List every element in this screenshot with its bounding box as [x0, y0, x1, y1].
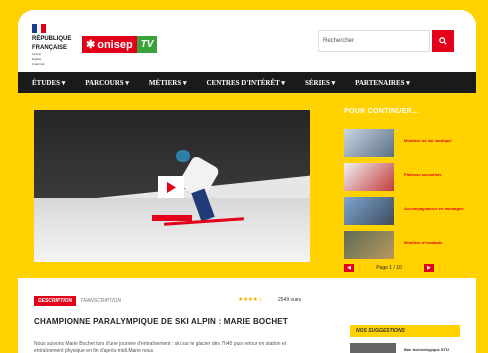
related-label: Moniteur d'escalade — [404, 240, 443, 245]
tab-description[interactable]: DESCRIPTION — [34, 296, 77, 306]
rating-stars[interactable]: ★★★★☆ — [238, 296, 263, 303]
asterisk-icon: ✱ — [86, 39, 96, 51]
search-input[interactable]: Rechercher — [318, 30, 430, 52]
tab-transcription[interactable]: TRANSCRIPTION — [76, 296, 125, 306]
related-item[interactable]: Accompagnatrice en montagne — [344, 197, 474, 225]
tv-badge: TV — [136, 36, 158, 53]
main-content: POUR CONTINUER... Moniteur de ski nordiq… — [18, 93, 476, 353]
suggestion-thumbnail — [350, 343, 396, 353]
related-item[interactable]: Pisteuse secouriste — [344, 163, 474, 191]
motto-fraternite: Fraternité — [32, 62, 45, 66]
related-label: Accompagnatrice en montagne — [404, 206, 464, 211]
nav-etudes[interactable]: ÉTUDES ▾ — [32, 79, 65, 87]
french-flag-icon — [32, 24, 47, 33]
nav-series[interactable]: SÉRIES ▾ — [305, 79, 335, 87]
skier-figure — [163, 150, 245, 230]
play-button[interactable] — [158, 176, 184, 198]
motto-liberte: Liberté — [32, 52, 42, 56]
related-thumbnail — [344, 129, 394, 157]
related-thumbnail — [344, 231, 394, 259]
sidebar-title: POUR CONTINUER... — [344, 108, 419, 115]
republique-line-1: RÉPUBLIQUE — [32, 36, 72, 42]
video-tabs: DESCRIPTION TRANSCRIPTION — [34, 296, 125, 306]
motto-egalite: Égalité — [32, 57, 42, 61]
nav-metiers[interactable]: MÉTIERS ▾ — [149, 79, 187, 87]
video-title: CHAMPIONNE PARALYMPIQUE DE SKI ALPIN : M… — [34, 317, 288, 326]
next-page-button[interactable]: ▶ — [423, 264, 434, 272]
suggestion-item[interactable]: Bac technologique STI2 — [350, 343, 470, 353]
nav-centres-interet[interactable]: CENTRES D'INTÉRÊT ▾ — [206, 79, 284, 87]
page-indicator: Page 1 / 10 — [376, 265, 402, 271]
snow-ground — [34, 198, 310, 262]
site-header: RÉPUBLIQUE FRANÇAISE Liberté Égalité Fra… — [18, 10, 476, 70]
search-button[interactable] — [432, 30, 454, 52]
play-icon — [167, 181, 176, 193]
onisep-logo: ✱ onisep — [82, 36, 137, 53]
chevron-left-icon: ◀ — [347, 265, 351, 271]
chevron-right-icon: ▶ — [427, 265, 431, 271]
suggestion-label: Bac technologique STI2 — [404, 346, 450, 352]
prev-page-button[interactable]: ◀ — [344, 264, 354, 272]
related-item[interactable]: Moniteur de ski nordique — [344, 129, 474, 157]
related-label: Pisteuse secouriste — [404, 172, 442, 177]
republique-francaise-logo: RÉPUBLIQUE FRANÇAISE Liberté Égalité Fra… — [32, 24, 76, 66]
nav-parcours[interactable]: PARCOURS ▾ — [85, 79, 129, 87]
video-area — [18, 93, 328, 278]
related-thumbnail — [344, 197, 394, 225]
search-icon — [439, 37, 447, 45]
related-item[interactable]: Moniteur d'escalade — [344, 231, 474, 259]
nav-partenaires[interactable]: PARTENAIRES ▾ — [355, 79, 410, 87]
page-frame: RÉPUBLIQUE FRANÇAISE Liberté Égalité Fra… — [18, 10, 476, 353]
main-nav: ÉTUDES ▾ PARCOURS ▾ MÉTIERS ▾ CENTRES D'… — [18, 72, 476, 93]
view-count: 2549 vues — [278, 297, 302, 303]
related-thumbnail — [344, 163, 394, 191]
onisep-logo-text: onisep — [97, 38, 133, 51]
video-player[interactable] — [34, 110, 310, 262]
related-sidebar: POUR CONTINUER... Moniteur de ski nordiq… — [328, 93, 476, 278]
video-description: Nous suivons Marie Bochet lors d'une jou… — [34, 341, 287, 353]
onisep-tv-logo[interactable]: ✱ onisep TV — [82, 36, 158, 53]
republique-line-2: FRANÇAISE — [32, 45, 68, 51]
pager: ◀ Page 1 / 10 ▶ — [344, 263, 434, 273]
suggestions-title: NOS SUGGESTIONS — [350, 325, 460, 337]
related-label: Moniteur de ski nordique — [404, 138, 452, 143]
